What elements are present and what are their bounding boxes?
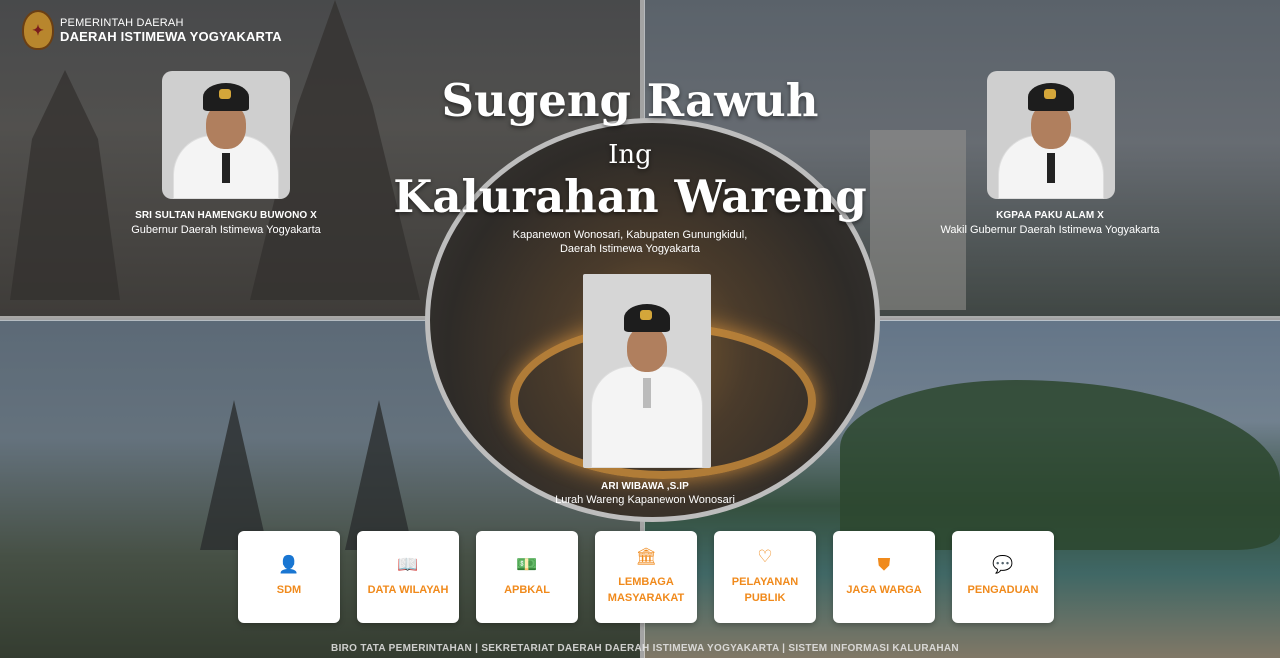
lurah-role: Lurah Wareng Kapanewon Wonosari (555, 494, 735, 506)
institution-icon: 🏛 (635, 547, 657, 566)
governor-name: SRI SULTAN HAMENGKU BUWONO X (135, 210, 317, 221)
book-icon: 📖 (397, 555, 419, 574)
menu-card-label: PENGADUAN (967, 584, 1039, 596)
tie (1047, 153, 1055, 183)
menu-card-pelayanan-publik[interactable]: ♡ PELAYANAN PUBLIK (714, 531, 816, 623)
money-icon: 💵 (516, 555, 538, 574)
vice-governor-name: KGPAA PAKU ALAM X (996, 210, 1104, 221)
logo-text: PEMERINTAH DAERAH DAERAH ISTIMEWA YOGYAK… (60, 17, 282, 44)
cap (624, 304, 670, 332)
header-logo[interactable]: ✦ PEMERINTAH DAERAH DAERAH ISTIMEWA YOGY… (22, 10, 282, 50)
governor-role: Gubernur Daerah Istimewa Yogyakarta (131, 224, 321, 236)
menu-card-label: PELAYANAN PUBLIK (731, 576, 799, 604)
logo-line1: PEMERINTAH DAERAH (60, 16, 184, 29)
menu-card-sdm[interactable]: 👤 SDM (238, 531, 340, 623)
vice-governor-role: Wakil Gubernur Daerah Istimewa Yogyakart… (940, 224, 1160, 236)
shield-icon: ⛊ (877, 555, 891, 574)
main-menu: 👤 SDM 📖 DATA WILAYAH 💵 APBKAL 🏛 LEMBAGA … (238, 531, 1054, 623)
menu-card-lembaga-masyarakat[interactable]: 🏛 LEMBAGA MASYARAKAT (595, 531, 697, 623)
tie (643, 378, 651, 408)
footer-text: BIRO TATA PEMERINTAHAN | SEKRETARIAT DAE… (331, 643, 959, 654)
menu-card-data-wilayah[interactable]: 📖 DATA WILAYAH (357, 531, 459, 623)
menu-card-label: LEMBAGA MASYARAKAT (607, 576, 685, 604)
menu-card-label: APBKAL (504, 584, 550, 596)
lurah-name: ARI WIBAWA ,S.IP (601, 481, 689, 492)
governor-photo (162, 71, 290, 199)
location-line1: Kapanewon Wonosari, Kabupaten Gunungkidu… (512, 229, 748, 241)
chat-icon: 💬 (992, 555, 1014, 574)
user-icon: 👤 (278, 555, 300, 574)
cap (1028, 83, 1074, 111)
vice-governor-photo (987, 71, 1115, 199)
location-text: Kapanewon Wonosari, Kabupaten Gunungkidu… (500, 228, 760, 256)
face (627, 326, 667, 372)
menu-card-label: DATA WILAYAH (367, 584, 449, 596)
menu-card-pengaduan[interactable]: 💬 PENGADUAN (952, 531, 1054, 623)
lurah-photo (583, 274, 711, 468)
tie (222, 153, 230, 183)
cap (203, 83, 249, 111)
crest-icon: ✦ (22, 10, 54, 50)
heart-hand-icon: ♡ (757, 547, 773, 566)
menu-card-label: JAGA WARGA (846, 584, 922, 596)
location-line2: Daerah Istimewa Yogyakarta (559, 243, 701, 255)
logo-line2: DAERAH ISTIMEWA YOGYAKARTA (60, 28, 282, 44)
menu-card-label: SDM (276, 584, 302, 596)
menu-card-jaga-warga[interactable]: ⛊ JAGA WARGA (833, 531, 935, 623)
menu-card-apbkal[interactable]: 💵 APBKAL (476, 531, 578, 623)
